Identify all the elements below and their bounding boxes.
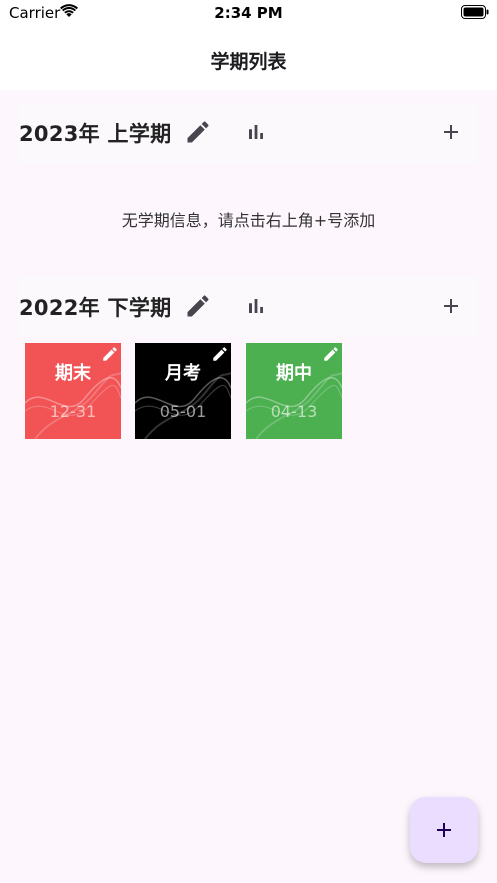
plus-icon [437,823,451,837]
status-bar: Carrier 2:34 PM [0,0,497,28]
app-bar: 学期列表 [0,28,497,90]
plus-icon[interactable] [439,294,463,318]
plus-icon[interactable] [439,120,463,144]
status-time: 2:34 PM [214,4,283,22]
battery-icon [461,5,489,19]
exam-date: 04-13 [270,402,318,421]
semester-title: 2022年 下学期 [19,296,172,320]
page-title: 学期列表 [210,51,287,73]
pencil-icon[interactable] [184,118,212,146]
exam-date: 12-31 [49,402,97,421]
bar-chart-icon[interactable] [244,294,268,318]
exam-card[interactable]: 期末 12-31 [25,343,121,439]
pencil-icon[interactable] [322,345,340,363]
exam-date: 05-01 [159,402,207,421]
pencil-icon[interactable] [184,292,212,320]
exam-card[interactable]: 月考 05-01 [135,343,231,439]
bar-chart-icon[interactable] [244,120,268,144]
add-semester-fab[interactable] [410,797,478,863]
pencil-icon[interactable] [211,345,229,363]
pencil-icon[interactable] [101,345,119,363]
exam-card[interactable]: 期中 04-13 [246,343,342,439]
empty-semester-message: 无学期信息，请点击右上角+号添加 [121,211,376,230]
semester-header: 2022年 下学期 [18,277,478,337]
semester-title: 2023年 上学期 [19,122,172,146]
semester-header: 2023年 上学期 [18,103,478,163]
